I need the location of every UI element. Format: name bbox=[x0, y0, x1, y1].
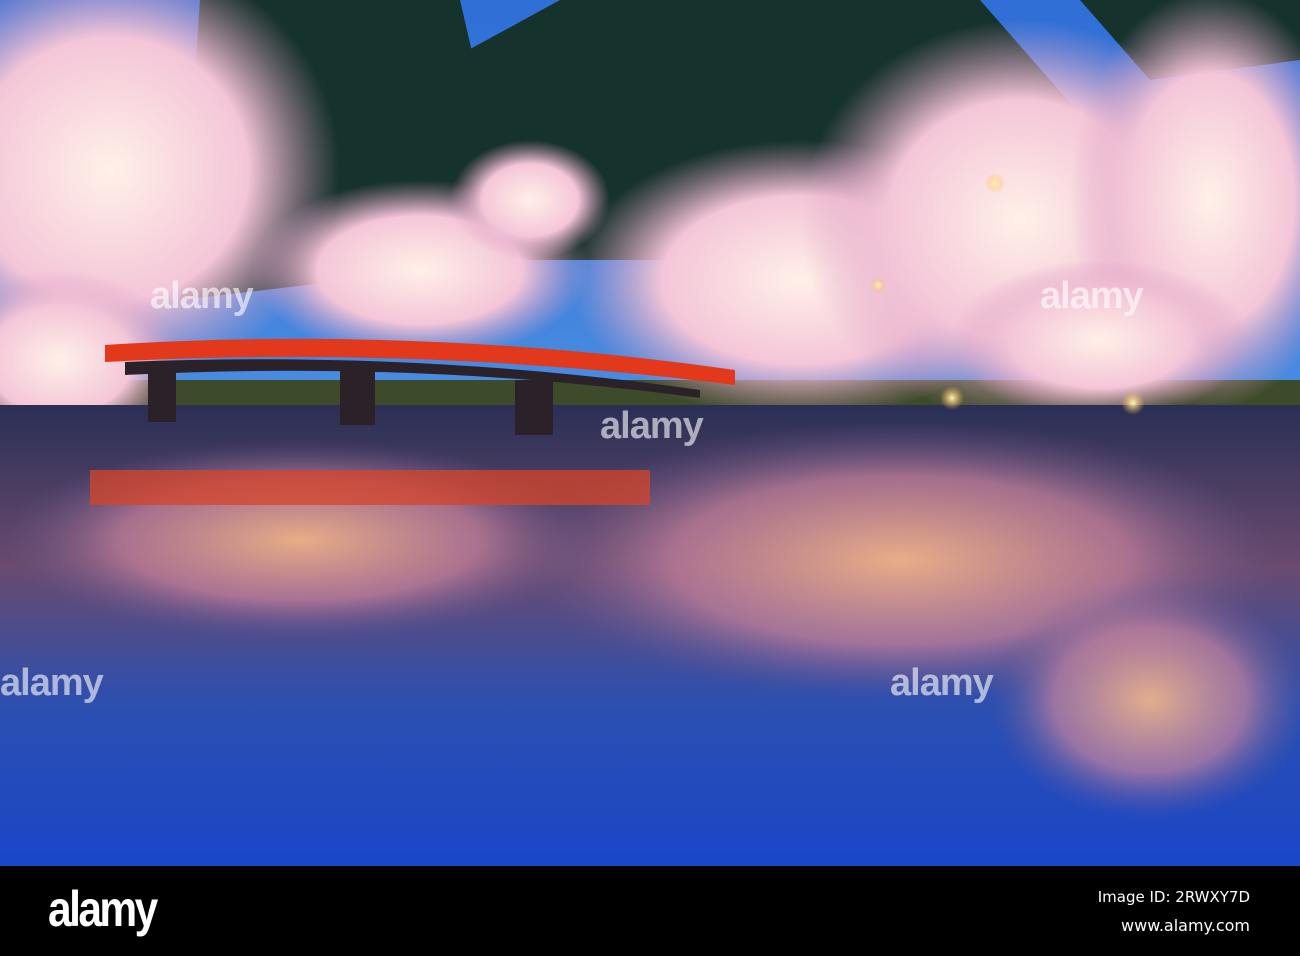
footer-bar: alamy Image ID: 2RWXY7D www.alamy.com bbox=[0, 866, 1300, 956]
watermark: alamy bbox=[0, 662, 104, 704]
website-link[interactable]: www.alamy.com bbox=[1121, 916, 1250, 935]
watermark: alamy bbox=[600, 405, 704, 447]
image-id: Image ID: 2RWXY7D bbox=[1097, 888, 1250, 906]
alamy-logo: alamy bbox=[48, 881, 158, 937]
watermark: alamy bbox=[890, 662, 994, 704]
watermark: alamy bbox=[1040, 275, 1144, 317]
watermark: alamy bbox=[150, 275, 254, 317]
